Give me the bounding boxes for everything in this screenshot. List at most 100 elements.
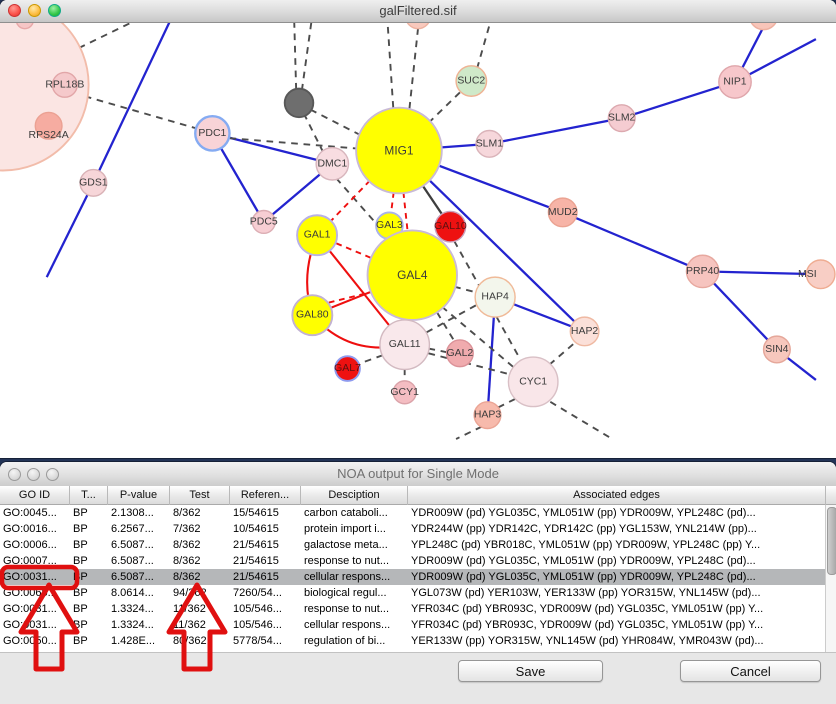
column-header-reference[interactable]: Referen... [230, 486, 301, 505]
cell-associated-edges: YDR244W (pp) YDR142C, YDR142C (pp) YGL15… [408, 521, 826, 537]
cell-reference: 21/54615 [230, 553, 301, 569]
graph-node-hap3[interactable] [474, 402, 501, 429]
cell-go-id: GO:0045... [0, 505, 70, 521]
table-row[interactable]: GO:0031...BP6.5087...8/36221/54615cellul… [0, 569, 836, 585]
graph-edge-pd [477, 22, 490, 69]
footer: Save Cancel [0, 652, 836, 704]
cell-test: 8/362 [170, 537, 230, 553]
graph-node-hap4[interactable] [475, 277, 515, 317]
cell-test: 94/362 [170, 585, 230, 601]
graph-node-nip1[interactable] [719, 66, 751, 98]
cell-go-id: GO:0016... [0, 521, 70, 537]
table-row[interactable]: GO:0031...BP1.3324...11/362105/546...cel… [0, 617, 836, 633]
cell-desciption: galactose meta... [301, 537, 408, 553]
graph-node-gcy1[interactable] [393, 381, 416, 404]
cell-type: BP [70, 569, 108, 585]
graph-node-pdc5[interactable] [252, 210, 275, 233]
graph-node-msi[interactable] [806, 260, 835, 289]
graph-edge-pp [563, 212, 703, 271]
cell-test: 11/362 [170, 617, 230, 633]
graph-edge-pp [489, 118, 621, 144]
cell-p-value: 6.5087... [108, 569, 170, 585]
graph-node-prp40[interactable] [686, 255, 718, 287]
graph-node-cyc1[interactable] [508, 357, 558, 407]
cell-reference: 15/54615 [230, 505, 301, 521]
network-canvas[interactable]: RPL18BRPS24AGDS1PDC1PDC5DMC1MIG1SUC2SLM1… [0, 22, 836, 458]
column-header-test[interactable]: Test [170, 486, 230, 505]
scrollbar-thumb[interactable] [827, 507, 836, 575]
graph-node-sin4[interactable] [764, 336, 791, 363]
column-header-p-value[interactable]: P-value [108, 486, 170, 505]
graph-node-mud2[interactable] [548, 198, 577, 227]
graph-node-rps24a[interactable] [35, 112, 62, 139]
cell-p-value: 1.428E... [108, 633, 170, 649]
graph-node-slm2[interactable] [608, 105, 635, 132]
column-header-type[interactable]: T... [70, 486, 108, 505]
window-galfiltered: RPL18BRPS24AGDS1PDC1PDC5DMC1MIG1SUC2SLM1… [0, 0, 836, 458]
graph-node-hap2[interactable] [570, 317, 599, 346]
table-row[interactable]: GO:0065...BP8.0614...94/3627260/54...bio… [0, 585, 836, 601]
graph-node-gal7[interactable] [335, 356, 360, 381]
cell-test: 8/362 [170, 569, 230, 585]
cell-reference: 105/546... [230, 601, 301, 617]
graph-edge-pp [622, 82, 735, 118]
table-row[interactable]: GO:0006...BP6.5087...8/36221/54615galact… [0, 537, 836, 553]
table-row[interactable]: GO:0031...BP1.3324...11/362105/546...res… [0, 601, 836, 617]
graph-node-dmc1[interactable] [316, 148, 348, 180]
graph-edge-pd [302, 22, 312, 91]
table-row[interactable]: GO:0016...BP6.2567...7/36210/54615protei… [0, 521, 836, 537]
graph-node-big-left[interactable] [0, 22, 89, 171]
graph-node-suc2[interactable] [456, 66, 486, 96]
cell-p-value: 2.1308... [108, 505, 170, 521]
table-header: GO IDT...P-valueTestReferen...Desciption… [0, 486, 836, 505]
cell-p-value: 6.5087... [108, 553, 170, 569]
graph-node-mig1[interactable] [356, 108, 442, 194]
cell-test: 7/362 [170, 521, 230, 537]
table-row[interactable]: GO:0050...BP1.428E...80/3625778/54...reg… [0, 633, 836, 649]
save-button[interactable]: Save [458, 660, 603, 682]
cell-associated-edges: YDR009W (pd) YGL035C, YML051W (pp) YDR00… [408, 553, 826, 569]
graph-edge-pd [409, 29, 418, 109]
column-header-desciption[interactable]: Desciption [301, 486, 408, 505]
table-row[interactable]: GO:0007...BP6.5087...8/36221/54615respon… [0, 553, 836, 569]
cell-go-id: GO:0031... [0, 617, 70, 633]
cell-associated-edges: YFR034C (pd) YBR093C, YDR009W (pd) YGL03… [408, 601, 826, 617]
graph-edge-pd [294, 22, 296, 90]
graph-node-rpl18b[interactable] [52, 72, 77, 97]
cell-desciption: regulation of bi... [301, 633, 408, 649]
graph-node-gds1[interactable] [80, 170, 107, 197]
graph-node-pdc1[interactable] [195, 116, 229, 150]
cell-reference: 21/54615 [230, 537, 301, 553]
cancel-button[interactable]: Cancel [680, 660, 821, 682]
cell-type: BP [70, 553, 108, 569]
cell-desciption: biological regul... [301, 585, 408, 601]
column-header-go-id[interactable]: GO ID [0, 486, 70, 505]
graph-node-gal11[interactable] [380, 320, 430, 370]
cell-go-id: GO:0050... [0, 633, 70, 649]
cell-p-value: 6.2567... [108, 521, 170, 537]
column-header-associated-edges[interactable]: Associated edges [408, 486, 826, 505]
cell-associated-edges: YER133W (pp) YOR315W, YNL145W (pd) YHR08… [408, 633, 826, 649]
vertical-scrollbar[interactable] [825, 505, 836, 652]
cell-desciption: protein import i... [301, 521, 408, 537]
graph-node-gal80[interactable] [292, 295, 332, 335]
table-row[interactable]: GO:0045...BP2.1308...8/36215/54615carbon… [0, 505, 836, 521]
graph-edge-pp [703, 271, 821, 274]
graph-node-top-right[interactable] [749, 22, 778, 30]
graph-node-gal10[interactable] [435, 211, 465, 241]
cell-test: 80/362 [170, 633, 230, 649]
graph-node-gal2[interactable] [447, 340, 474, 367]
cell-p-value: 1.3324... [108, 601, 170, 617]
graph-node-gray-node[interactable] [285, 89, 314, 118]
graph-edge-pd [388, 22, 394, 108]
cell-p-value: 1.3324... [108, 617, 170, 633]
graph-edge-pd [456, 427, 482, 439]
cell-go-id: GO:0007... [0, 553, 70, 569]
graph-node-gal4[interactable] [368, 230, 457, 319]
graph-node-slm1[interactable] [476, 131, 503, 158]
graph-node-gal1[interactable] [297, 215, 337, 255]
noa-titlebar[interactable]: NOA output for Single Mode [0, 462, 836, 487]
galfiltered-titlebar[interactable]: galFiltered.sif [0, 0, 836, 23]
cell-associated-edges: YPL248C (pd) YBR018C, YML051W (pp) YDR00… [408, 537, 826, 553]
cell-type: BP [70, 537, 108, 553]
